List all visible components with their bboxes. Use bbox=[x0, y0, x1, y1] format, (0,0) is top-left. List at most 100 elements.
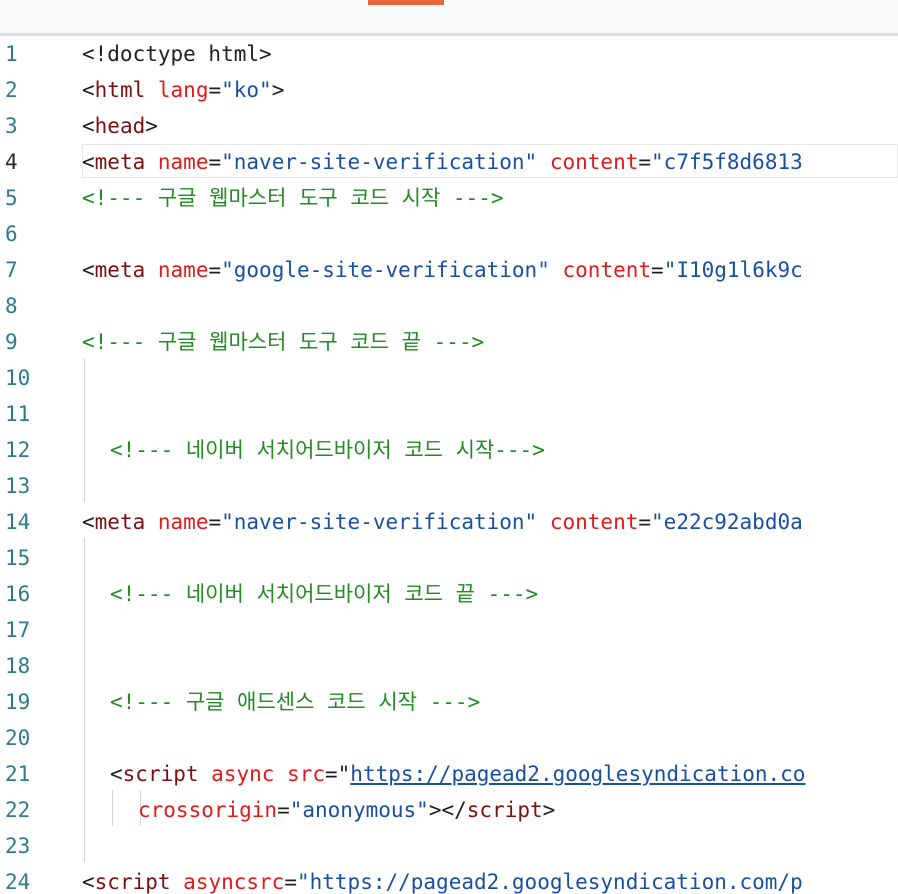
line-number: 4 bbox=[5, 150, 18, 174]
code-token-tag: html bbox=[94, 78, 146, 102]
line-number: 16 bbox=[5, 582, 31, 606]
code-token-punct: > bbox=[145, 114, 158, 138]
code-token-punct: < bbox=[82, 258, 95, 282]
code-line[interactable]: 10 bbox=[0, 360, 898, 396]
code-token-punct bbox=[145, 78, 158, 102]
code-line[interactable]: 24 <script asyncsrc="https://pagead2.goog… bbox=[0, 864, 898, 894]
code-line[interactable]: 4 <meta name="naver-site-verification" co… bbox=[0, 144, 898, 180]
line-number: 2 bbox=[5, 78, 18, 102]
code-token-tag: meta bbox=[94, 258, 146, 282]
code-token-attr: name bbox=[157, 258, 209, 282]
code-token-val: "I10g1l6k9c bbox=[663, 258, 803, 282]
code-token-punct: = bbox=[208, 510, 222, 534]
code-line[interactable]: 23 bbox=[0, 828, 898, 864]
code-token-val: "e22c92abd0a bbox=[651, 510, 803, 534]
code-token-val: "naver-site-verification" bbox=[221, 510, 538, 534]
code-token-attr: src bbox=[287, 762, 325, 786]
code-line[interactable]: 1 <!doctype html> bbox=[0, 36, 898, 72]
line-number: 10 bbox=[5, 366, 31, 390]
code-token-punct bbox=[537, 510, 550, 534]
code-token-punct: = bbox=[638, 150, 652, 174]
line-number: 21 bbox=[5, 762, 31, 786]
code-token-comment: <!--- 네이버 서치어드바이저 코드 시작---> bbox=[110, 438, 545, 462]
code-text[interactable]: <meta name="naver-site-verification" con… bbox=[82, 144, 803, 180]
code-token-tag: script bbox=[122, 762, 199, 786]
code-line[interactable]: 22 crossorigin="anonymous"></script> bbox=[0, 792, 898, 828]
code-line[interactable]: 7 <meta name="google-site-verification" c… bbox=[0, 252, 898, 288]
code-line[interactable]: 6 bbox=[0, 216, 898, 252]
code-token-comment: <!--- 구글 웹마스터 도구 코드 끝 ---> bbox=[82, 330, 485, 354]
code-token-attr: asyncsrc bbox=[183, 870, 285, 894]
line-number: 17 bbox=[5, 618, 31, 642]
code-token-attr: lang bbox=[157, 78, 209, 102]
code-token-punct bbox=[199, 762, 212, 786]
code-editor[interactable]: 1 <!doctype html> 2 <html lang="ko"> 3 <head>… bbox=[0, 36, 898, 894]
code-line[interactable]: 8 bbox=[0, 288, 898, 324]
active-tab-indicator[interactable] bbox=[368, 0, 444, 5]
code-token-punct bbox=[550, 258, 563, 282]
code-token-punct: = bbox=[208, 150, 222, 174]
code-token-punct: = bbox=[277, 798, 290, 822]
code-line[interactable]: 2 <html lang="ko"> bbox=[0, 72, 898, 108]
code-token-comment: <!--- 네이버 서치어드바이저 코드 끝 ---> bbox=[110, 582, 539, 606]
code-token-comment: <!--- 구글 웹마스터 도구 코드 시작 ---> bbox=[82, 186, 504, 210]
code-line[interactable]: 21 <script async src="https://pagead2.goo… bbox=[0, 756, 898, 792]
code-line[interactable]: 3 <head> bbox=[0, 108, 898, 144]
code-token-punct: < bbox=[82, 870, 95, 894]
code-token-punct: = bbox=[651, 258, 664, 282]
code-token-val: "ko" bbox=[221, 78, 272, 102]
code-token-punct: > bbox=[542, 798, 556, 822]
code-text[interactable]: <!--- 네이버 서치어드바이저 코드 시작---> bbox=[110, 432, 545, 468]
code-token-tag: head bbox=[94, 114, 146, 138]
code-text[interactable]: <script async src="https://pagead2.googl… bbox=[110, 756, 805, 792]
line-number: 7 bbox=[5, 258, 18, 282]
code-token-comment: <!--- 구글 애드센스 코드 시작 ---> bbox=[110, 690, 481, 714]
code-text[interactable]: <meta name="naver-site-verification" con… bbox=[82, 504, 803, 540]
code-token-attr: content bbox=[549, 510, 639, 534]
code-line[interactable]: 5 <!--- 구글 웹마스터 도구 코드 시작 ---> bbox=[0, 180, 898, 216]
code-line[interactable]: 16 <!--- 네이버 서치어드바이저 코드 끝 ---> bbox=[0, 576, 898, 612]
code-text[interactable]: <script asyncsrc="https://pagead2.google… bbox=[82, 864, 803, 894]
code-token-punct: < bbox=[110, 762, 123, 786]
code-line[interactable]: 12 <!--- 네이버 서치어드바이저 코드 시작---> bbox=[0, 432, 898, 468]
code-token-attr: content bbox=[562, 258, 652, 282]
code-text[interactable]: <!--- 구글 애드센스 코드 시작 ---> bbox=[110, 684, 480, 720]
code-line[interactable]: 17 bbox=[0, 612, 898, 648]
code-token-punct bbox=[274, 762, 287, 786]
line-number: 8 bbox=[5, 294, 18, 318]
code-token-attr: async bbox=[211, 762, 275, 786]
code-line[interactable]: 11 bbox=[0, 396, 898, 432]
code-token-attr: crossorigin bbox=[138, 798, 278, 822]
line-number: 24 bbox=[5, 870, 31, 894]
code-token-punct bbox=[145, 150, 158, 174]
code-line[interactable]: 19 <!--- 구글 애드센스 코드 시작 ---> bbox=[0, 684, 898, 720]
code-text[interactable]: <head> bbox=[82, 108, 158, 144]
code-text[interactable]: <!--- 네이버 서치어드바이저 코드 끝 ---> bbox=[110, 576, 538, 612]
code-line[interactable]: 9 <!--- 구글 웹마스터 도구 코드 끝 ---> bbox=[0, 324, 898, 360]
tab-bar bbox=[0, 0, 898, 36]
code-token-val: "google-site-verification" bbox=[221, 258, 550, 282]
code-line[interactable]: 15 bbox=[0, 540, 898, 576]
code-line[interactable]: 20 bbox=[0, 720, 898, 756]
code-text[interactable]: <html lang="ko"> bbox=[82, 72, 284, 108]
code-text[interactable]: <!doctype html> bbox=[82, 36, 272, 72]
code-text[interactable]: <!--- 구글 웹마스터 도구 코드 끝 ---> bbox=[82, 324, 484, 360]
code-token-attr: name bbox=[157, 150, 209, 174]
code-token-punct bbox=[145, 510, 158, 534]
code-token-punct: < bbox=[82, 510, 95, 534]
code-token-link[interactable]: https://pagead2.googlesyndication.co bbox=[350, 762, 805, 786]
code-token-punct: < bbox=[82, 114, 95, 138]
line-number: 13 bbox=[5, 474, 31, 498]
code-text[interactable]: <meta name="google-site-verification" co… bbox=[82, 252, 803, 288]
code-text[interactable]: crossorigin="anonymous"></script> bbox=[138, 792, 555, 828]
code-token-punct: " bbox=[337, 762, 351, 786]
code-token-punct: = bbox=[208, 258, 222, 282]
code-line[interactable]: 14 <meta name="naver-site-verification" c… bbox=[0, 504, 898, 540]
code-token-val: "naver-site-verification" bbox=[221, 150, 538, 174]
code-text[interactable]: <!--- 구글 웹마스터 도구 코드 시작 ---> bbox=[82, 180, 504, 216]
line-number: 14 bbox=[5, 510, 31, 534]
code-token-punct: = bbox=[284, 870, 297, 894]
code-line[interactable]: 13 bbox=[0, 468, 898, 504]
code-line[interactable]: 18 bbox=[0, 648, 898, 684]
line-number: 18 bbox=[5, 654, 31, 678]
